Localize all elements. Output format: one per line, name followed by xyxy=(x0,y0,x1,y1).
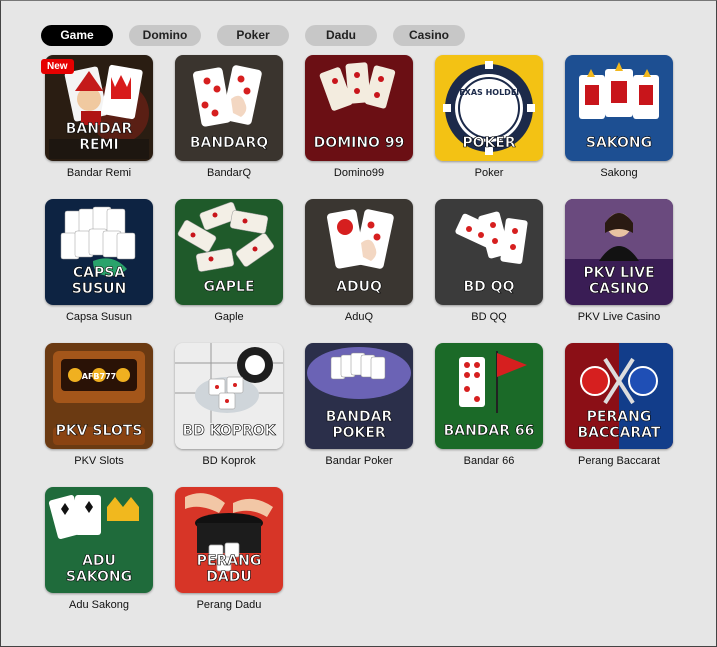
game-name: Domino99 xyxy=(333,167,385,179)
domino-hand-icon: BANDARQ xyxy=(175,55,283,161)
logo-text: BANDARQ xyxy=(190,135,268,151)
logo-text: BACCARAT xyxy=(578,425,661,441)
game-card-domino99[interactable]: DOMINO 99 Domino99 xyxy=(305,55,413,179)
logo-subtext: AFB777 xyxy=(82,372,116,381)
logo-text: SUSUN xyxy=(72,281,127,297)
logo-text: REMI xyxy=(79,137,118,153)
logo-text: DADU xyxy=(206,569,251,585)
logo-subtext: TEXAS HOLDEM xyxy=(454,88,525,97)
poker-chip-icon: POKER TEXAS HOLDEM xyxy=(435,55,543,161)
game-name: Capsa Susun xyxy=(65,311,133,323)
game-name: Poker xyxy=(474,167,504,179)
dice-cup-icon: PERANG DADU xyxy=(175,487,283,593)
game-card-bandarq[interactable]: BANDARQ BandarQ xyxy=(175,55,283,179)
game-card-bandar-66[interactable]: BANDAR 66 Bandar 66 xyxy=(435,343,543,467)
game-card-perang-baccarat[interactable]: PERANG BACCARAT Perang Baccarat xyxy=(565,343,673,467)
live-dealer-icon: PKV LIVE CASINO xyxy=(565,199,673,305)
game-name: BD Koprok xyxy=(202,455,256,467)
game-name: PKV Live Casino xyxy=(577,311,661,323)
domino-chain-icon: GAPLE xyxy=(175,199,283,305)
game-name: BandarQ xyxy=(206,167,252,179)
crossed-swords-icon: PERANG BACCARAT xyxy=(565,343,673,449)
logo-text: SAKONG xyxy=(586,135,652,151)
game-card-pkv-slots[interactable]: PKV SLOTS AFB777 PKV Slots xyxy=(45,343,153,467)
logo-text: BD KOPROK xyxy=(182,423,276,439)
game-card-gaple[interactable]: GAPLE Gaple xyxy=(175,199,283,323)
tab-poker[interactable]: Poker xyxy=(217,25,289,46)
domino-tiles-icon: DOMINO 99 xyxy=(305,55,413,161)
logo-text: BANDAR xyxy=(326,409,393,425)
logo-text: ADUQ xyxy=(336,279,382,295)
crown-cards-icon: ADU SAKONG xyxy=(45,487,153,593)
game-name: AduQ xyxy=(344,311,374,323)
game-name: Bandar Poker xyxy=(325,455,393,467)
logo-text: PERANG xyxy=(587,409,652,425)
dragon-cards-icon: CAPSA SUSUN xyxy=(45,199,153,305)
logo-text: PERANG xyxy=(197,553,262,569)
king-cards-icon: SAKONG xyxy=(565,55,673,161)
royal-flush-icon: BANDAR POKER xyxy=(305,343,413,449)
tab-domino[interactable]: Domino xyxy=(129,25,201,46)
logo-text: DOMINO 99 xyxy=(314,135,405,151)
logo-text: CASINO xyxy=(589,281,649,297)
game-name: Adu Sakong xyxy=(69,599,129,611)
game-name: PKV Slots xyxy=(74,455,124,467)
game-card-adu-sakong[interactable]: ADU SAKONG Adu Sakong xyxy=(45,487,153,611)
domino-pair-icon: BD QQ xyxy=(435,199,543,305)
tab-dadu[interactable]: Dadu xyxy=(305,25,377,46)
game-card-aduq[interactable]: ADUQ AduQ xyxy=(305,199,413,323)
logo-text: ADU xyxy=(82,553,116,569)
game-card-sakong[interactable]: SAKONG Sakong xyxy=(565,55,673,179)
game-name: Sakong xyxy=(600,167,638,179)
domino-hand-icon: ADUQ xyxy=(305,199,413,305)
logo-text: BANDAR xyxy=(66,121,133,137)
logo-text: PKV SLOTS xyxy=(56,423,143,439)
logo-text: BD QQ xyxy=(464,279,515,295)
game-card-bd-koprok[interactable]: BD KOPROK BD Koprok xyxy=(175,343,283,467)
game-card-perang-dadu[interactable]: PERANG DADU Perang Dadu xyxy=(175,487,283,611)
game-card-bd-qq[interactable]: BD QQ BD QQ xyxy=(435,199,543,323)
slot-machine-icon: PKV SLOTS AFB777 xyxy=(45,343,153,449)
game-card-capsa-susun[interactable]: CAPSA SUSUN Capsa Susun xyxy=(45,199,153,323)
new-badge: New xyxy=(41,59,74,74)
game-card-bandar-remi[interactable]: New BANDAR REMI Bandar Remi xyxy=(41,55,153,179)
logo-text: SAKONG xyxy=(66,569,132,585)
logo-text: POKER xyxy=(332,425,386,441)
logo-text: CAPSA xyxy=(73,265,125,281)
game-panel: Game Domino Poker Dadu Casino New BANDAR… xyxy=(0,0,717,647)
game-name: Gaple xyxy=(214,311,244,323)
logo-text: BANDAR 66 xyxy=(444,423,535,439)
game-card-bandar-poker[interactable]: BANDAR POKER Bandar Poker xyxy=(305,343,413,467)
tab-game[interactable]: Game xyxy=(41,25,113,46)
game-name: Perang Baccarat xyxy=(578,455,660,467)
game-name: BD QQ xyxy=(471,311,507,323)
game-name: Bandar Remi xyxy=(66,167,132,179)
logo-text: POKER xyxy=(462,135,516,151)
game-name: Bandar 66 xyxy=(463,455,515,467)
game-card-pkv-live-casino[interactable]: PKV LIVE CASINO PKV Live Casino xyxy=(565,199,673,323)
dice-bowl-icon: BD KOPROK xyxy=(175,343,283,449)
game-card-poker[interactable]: POKER TEXAS HOLDEM Poker xyxy=(435,55,543,179)
game-name: Perang Dadu xyxy=(196,599,262,611)
logo-text: GAPLE xyxy=(203,279,254,295)
tab-casino[interactable]: Casino xyxy=(393,25,465,46)
domino-flag-icon: BANDAR 66 xyxy=(435,343,543,449)
logo-text: PKV LIVE xyxy=(583,265,654,281)
